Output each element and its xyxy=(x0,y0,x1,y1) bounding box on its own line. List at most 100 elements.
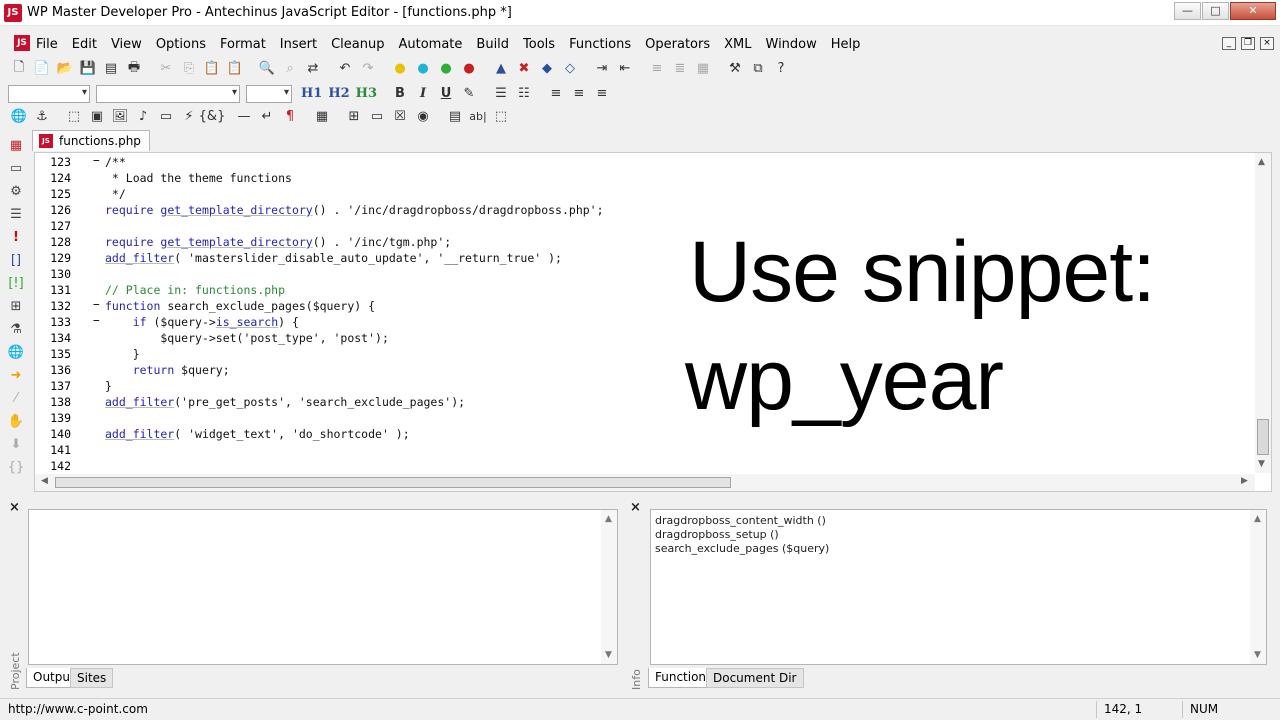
menu-insert[interactable]: Insert xyxy=(280,37,317,52)
hand-icon[interactable]: ✋ xyxy=(6,412,26,432)
minimize-button[interactable]: — xyxy=(1174,2,1201,20)
underline-button[interactable]: U xyxy=(435,84,457,104)
code-line[interactable]: require get_template_directory() . '/inc… xyxy=(105,201,1245,217)
entity-icon[interactable]: {&} xyxy=(199,107,226,127)
arrow-down-icon[interactable]: ⬇ xyxy=(6,435,26,455)
paste-special-icon[interactable]: 📋 xyxy=(224,59,246,79)
editor-horizontal-scrollbar[interactable]: ◀ ▶ xyxy=(35,474,1255,491)
menu-window[interactable]: Window xyxy=(766,37,817,52)
function-item[interactable]: dragdropboss_setup () xyxy=(655,528,829,542)
function-item[interactable]: search_exclude_pages ($query) xyxy=(655,542,829,556)
horizontal-scroll-thumb[interactable] xyxy=(55,477,731,488)
cyan-ball-icon[interactable]: ● xyxy=(412,59,434,79)
next-bookmark-icon[interactable]: ◆ xyxy=(536,59,558,79)
code-line[interactable]: add_filter('pre_get_posts', 'search_excl… xyxy=(105,393,1245,409)
bracket-icon[interactable]: [] xyxy=(6,251,26,271)
div-icon[interactable]: ⬚ xyxy=(63,107,85,127)
menu-build[interactable]: Build xyxy=(476,37,509,52)
find-next-icon[interactable]: ⌕ xyxy=(279,59,301,79)
scroll-up-icon[interactable]: ▲ xyxy=(1258,157,1265,167)
output-panel[interactable]: ▲ ▼ xyxy=(28,509,618,665)
scroll-left-icon[interactable]: ◀ xyxy=(41,476,48,486)
code-line[interactable]: /** xyxy=(105,153,1245,169)
code-icon[interactable]: {} xyxy=(6,458,26,478)
cut-icon[interactable]: ✂ xyxy=(155,59,177,79)
code-line[interactable]: return $query; xyxy=(105,361,1245,377)
anchor-icon[interactable]: ⚓ xyxy=(31,107,53,127)
line-break-icon[interactable]: ↵ xyxy=(256,107,278,127)
arrow-right-icon[interactable]: ➜ xyxy=(6,366,26,386)
marquee-icon[interactable]: ▭ xyxy=(155,107,177,127)
align-right-icon[interactable]: ≡ xyxy=(591,84,613,104)
fold-marker-icon[interactable]: − xyxy=(93,298,100,311)
script-icon[interactable]: ⊞ xyxy=(6,297,26,317)
table-icon[interactable]: ▦ xyxy=(311,107,333,127)
window-icon[interactable]: ▭ xyxy=(6,159,26,179)
sound-icon[interactable]: ♪ xyxy=(132,107,154,127)
menu-edit[interactable]: Edit xyxy=(72,37,97,52)
output-scroll-down-icon[interactable]: ▼ xyxy=(605,650,612,660)
bold-button[interactable]: B xyxy=(389,84,411,104)
doc-minimize-button[interactable]: _ xyxy=(1222,37,1236,50)
align-center-icon[interactable]: ≡ xyxy=(568,84,590,104)
highlight-icon[interactable]: ✎ xyxy=(458,84,480,104)
button-icon[interactable]: ▭ xyxy=(366,107,388,127)
properties-icon[interactable]: ⚙ xyxy=(6,182,26,202)
code-line[interactable]: add_filter( 'widget_text', 'do_shortcode… xyxy=(105,425,1245,441)
image-icon[interactable]: 🖼 xyxy=(109,107,131,127)
font-select[interactable] xyxy=(96,84,240,103)
green-ball-icon[interactable]: ● xyxy=(435,59,457,79)
code-line[interactable] xyxy=(105,409,1245,425)
code-editor[interactable]: 123 − 124 125 126 127 128 129 130 131 132 − 133 − 134 1… xyxy=(34,152,1272,492)
doc-restore-button[interactable]: ❐ xyxy=(1241,37,1255,50)
horizontal-rule-icon[interactable]: — xyxy=(233,107,255,127)
align-left-icon[interactable]: ≡ xyxy=(545,84,567,104)
menu-operators[interactable]: Operators xyxy=(645,37,710,52)
editor-vertical-scrollbar[interactable]: ▲ ▼ xyxy=(1255,153,1271,473)
prev-bookmark-icon[interactable]: ◇ xyxy=(559,59,581,79)
radio-icon[interactable]: ◉ xyxy=(412,107,434,127)
output-panel-scrollbar[interactable]: ▲ ▼ xyxy=(601,510,617,664)
flash-icon[interactable]: ⚡ xyxy=(178,107,200,127)
scroll-right-icon[interactable]: ▶ xyxy=(1241,476,1248,486)
indent-icon[interactable]: ⇥ xyxy=(591,59,613,79)
tools-icon[interactable]: ⚒ xyxy=(724,59,746,79)
find-icon[interactable]: 🔍 xyxy=(256,59,278,79)
menu-options[interactable]: Options xyxy=(156,37,206,52)
menu-functions[interactable]: Functions xyxy=(569,37,631,52)
code-line[interactable] xyxy=(105,457,1245,473)
redo-icon[interactable]: ↷ xyxy=(357,59,379,79)
comment-icon[interactable]: ≡ xyxy=(646,59,668,79)
style-select[interactable] xyxy=(8,84,90,103)
help-icon[interactable]: ? xyxy=(770,59,792,79)
output-scroll-up-icon[interactable]: ▲ xyxy=(605,514,612,524)
code-line[interactable]: $query->set('post_type', 'post'); xyxy=(105,329,1245,345)
functions-panel-scrollbar[interactable]: ▲ ▼ xyxy=(1250,510,1266,664)
list-view-icon[interactable]: ☰ xyxy=(6,205,26,225)
code-line[interactable]: } xyxy=(105,345,1245,361)
menu-tools[interactable]: Tools xyxy=(523,37,555,52)
info-panel-close-icon[interactable]: × xyxy=(630,500,641,515)
menu-help[interactable]: Help xyxy=(831,37,861,52)
undo-icon[interactable]: ↶ xyxy=(334,59,356,79)
heading-3-button[interactable]: H3 xyxy=(356,86,377,101)
doc-close-button[interactable]: × xyxy=(1260,37,1274,50)
menu-format[interactable]: Format xyxy=(220,37,266,52)
code-line[interactable]: * Load the theme functions xyxy=(105,169,1245,185)
vertical-scroll-thumb[interactable] xyxy=(1257,419,1269,455)
new-file-icon[interactable]: 🗋 xyxy=(8,59,30,79)
heading-1-button[interactable]: H1 xyxy=(301,86,322,101)
paste-icon[interactable]: 📋 xyxy=(201,59,223,79)
checkbox-icon[interactable]: ☒ xyxy=(389,107,411,127)
copy-icon[interactable]: ⎘ xyxy=(178,59,200,79)
list-box-icon[interactable]: ▤ xyxy=(444,107,466,127)
outdent-icon[interactable]: ⇤ xyxy=(614,59,636,79)
maximize-button[interactable]: □ xyxy=(1202,2,1229,20)
layer-icon[interactable]: ▣ xyxy=(86,107,108,127)
functions-scroll-down-icon[interactable]: ▼ xyxy=(1254,650,1261,660)
stop-ball-icon[interactable]: ● xyxy=(458,59,480,79)
code-line[interactable]: */ xyxy=(105,185,1245,201)
frame-icon[interactable]: ⬚ xyxy=(490,107,512,127)
wand-icon[interactable]: ⁄ xyxy=(6,389,26,409)
globe-icon[interactable]: 🌐 xyxy=(8,107,30,127)
